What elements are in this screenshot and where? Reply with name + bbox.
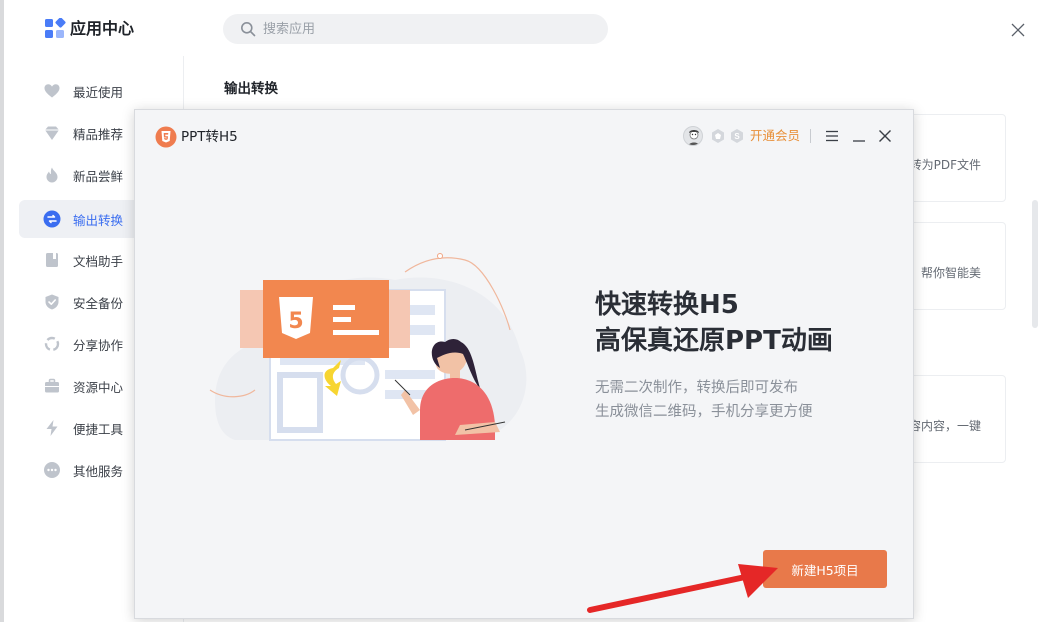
minimize-icon[interactable] (852, 129, 866, 143)
headline-secondary: 高保真还原PPT动画 (595, 326, 833, 356)
shield-icon (45, 294, 59, 310)
vip-badge-icon: S (731, 129, 743, 143)
avatar[interactable] (683, 126, 703, 146)
sidebar-item-label: 便捷工具 (73, 421, 124, 437)
svg-text:S: S (734, 132, 740, 141)
new-h5-project-button[interactable]: 新建H5项目 (763, 550, 887, 588)
briefcase-icon (45, 378, 59, 393)
search-box[interactable] (223, 14, 608, 44)
book-icon (46, 253, 58, 267)
app-card-desc: 帮你智能美 (920, 266, 981, 280)
lightning-icon (46, 420, 58, 436)
gem-icon (45, 126, 59, 140)
member-badge-icon (712, 129, 724, 143)
heart-icon (44, 84, 60, 98)
share-icon (44, 336, 60, 352)
sidebar-item-label: 输出转换 (73, 212, 124, 228)
html5-badge-text: 5 (288, 309, 303, 334)
convert-icon (43, 210, 61, 228)
app-header: 应用中心 (4, 0, 1048, 56)
description-line: 无需二次制作，转换后即可发布 (595, 380, 798, 396)
dialog-header: PPT转H5 S 开通会员 (135, 110, 913, 162)
dialog-title: PPT转H5 (181, 129, 238, 145)
search-icon (241, 22, 256, 37)
open-membership-link[interactable]: 开通会员 (750, 127, 800, 145)
more-icon (44, 462, 60, 478)
app-card-desc: 容内容，一键 (908, 419, 981, 433)
sidebar-item-label: 资源中心 (73, 379, 124, 395)
sidebar-item-label: 安全备份 (73, 295, 124, 311)
close-icon[interactable] (1010, 22, 1026, 38)
sidebar-item-label: 其他服务 (73, 463, 124, 479)
search-input[interactable] (263, 14, 593, 44)
ppt-to-h5-illustration: 5 (209, 253, 527, 441)
section-title: 输出转换 (224, 81, 278, 97)
flame-icon (46, 167, 58, 183)
sidebar-item-label: 文档助手 (73, 253, 124, 269)
sidebar-item-label: 分享协作 (73, 337, 124, 353)
divider (810, 129, 811, 143)
description-line: 生成微信二维码，手机分享更方便 (595, 404, 813, 420)
app-card-desc: 转为PDF文件 (909, 158, 981, 172)
app-center-logo-icon (45, 18, 66, 38)
close-icon[interactable] (878, 129, 892, 143)
sidebar-item-label: 精品推荐 (73, 126, 124, 142)
html5-logo-icon (155, 126, 177, 148)
app-title: 应用中心 (70, 19, 135, 38)
sidebar-item-recent[interactable]: 最近使用 (19, 72, 183, 110)
sidebar-item-label: 新品尝鲜 (73, 168, 124, 184)
menu-icon[interactable] (825, 129, 839, 143)
sidebar-item-label: 最近使用 (73, 84, 124, 100)
scrollbar[interactable] (1032, 200, 1038, 328)
ppt-to-h5-dialog: PPT转H5 S 开通会员 5 快速转换H5 高保真还原PPT动画 无需二次制作… (134, 109, 914, 619)
avatar-image-icon (688, 130, 700, 145)
headline-primary: 快速转换H5 (595, 290, 739, 320)
